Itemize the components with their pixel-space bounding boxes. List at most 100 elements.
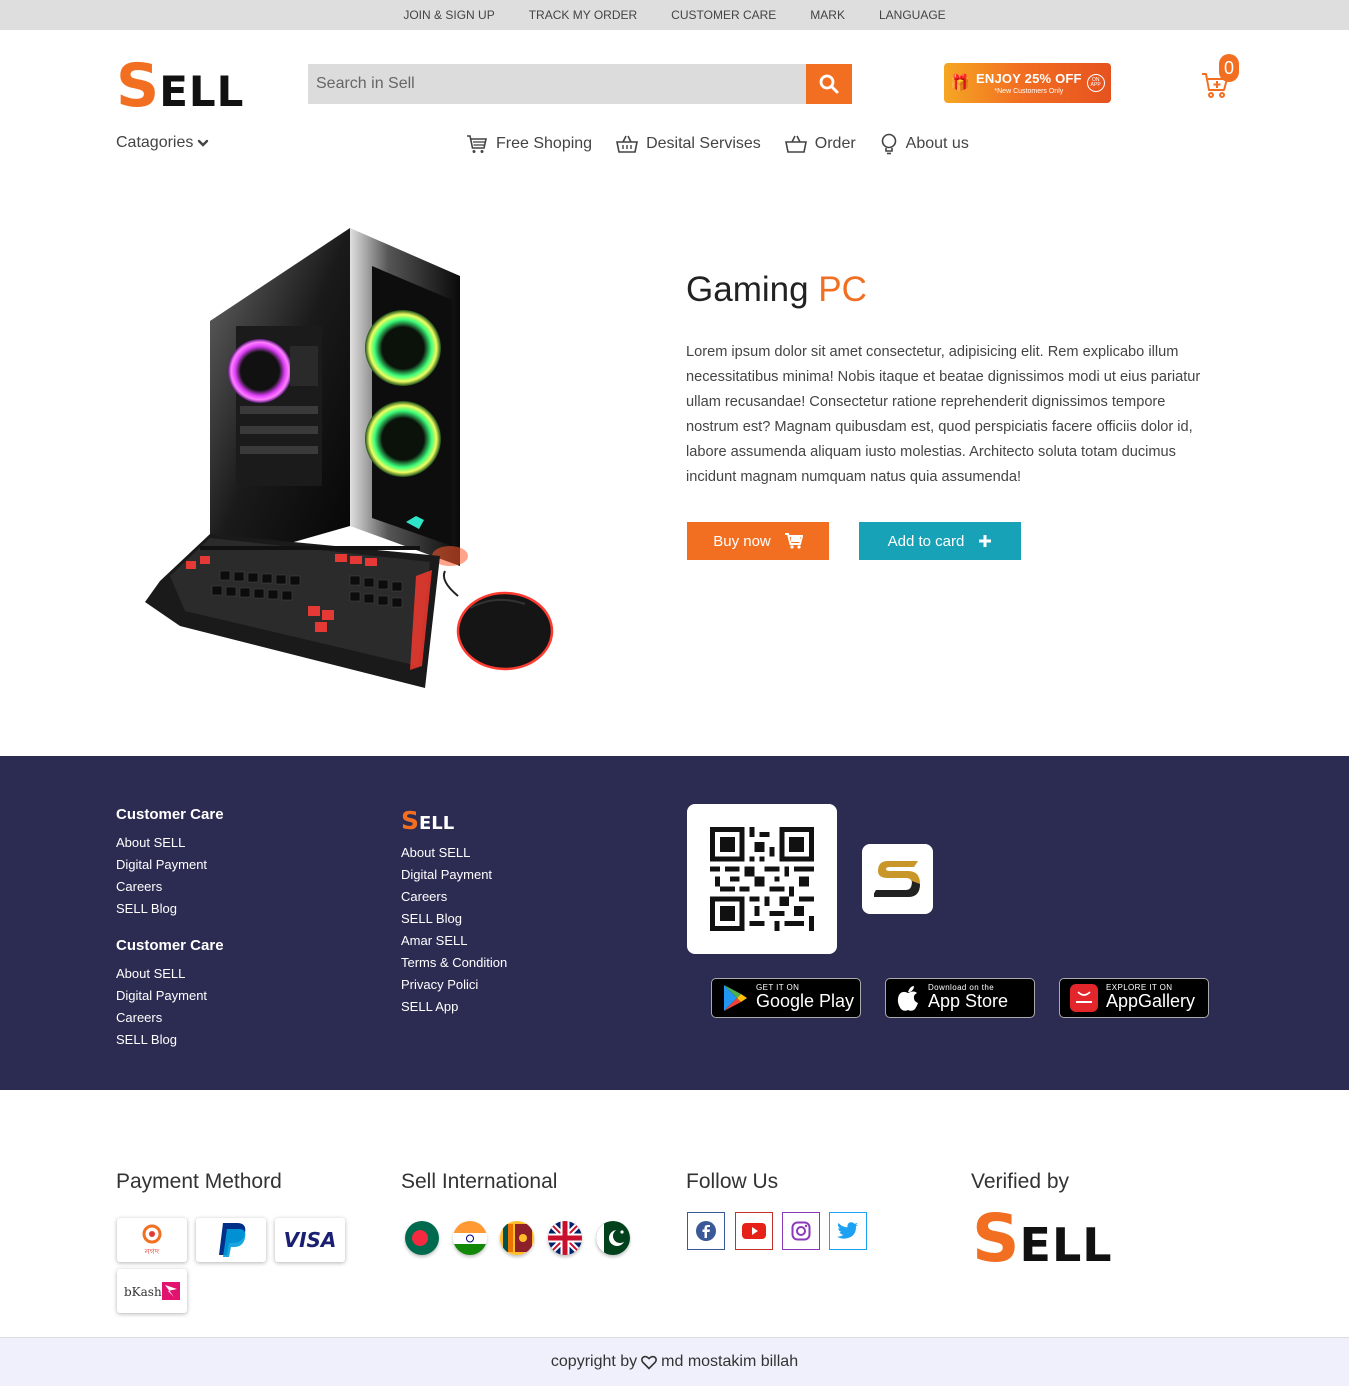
instagram-button[interactable]	[782, 1212, 820, 1250]
footer-link[interactable]: Amar SELL	[401, 930, 507, 952]
search-input[interactable]	[308, 64, 806, 104]
logo-letters: ELL	[1019, 1218, 1113, 1272]
bangladesh-flag-icon[interactable]	[405, 1221, 439, 1255]
footer-link[interactable]: SELL Blog	[401, 908, 507, 930]
footer-link[interactable]: Digital Payment	[401, 864, 507, 886]
buy-now-button[interactable]: Buy now	[687, 522, 829, 560]
footer-link[interactable]: About SELL	[116, 832, 224, 854]
svg-text:bKash: bKash	[124, 1285, 162, 1299]
lightbulb-icon	[881, 133, 896, 155]
store-big-label: AppGallery	[1106, 991, 1196, 1012]
plus-icon	[979, 535, 992, 547]
facebook-icon	[696, 1221, 716, 1241]
pakistan-flag-icon[interactable]	[596, 1221, 630, 1255]
paypal-payment-icon	[196, 1218, 266, 1262]
order-basket-icon	[784, 135, 807, 153]
logo-letters: ELL	[419, 813, 455, 834]
bkash-payment-icon: bKash	[117, 1269, 187, 1313]
s-logo-icon	[873, 861, 920, 897]
footer-link[interactable]: SELL App	[401, 996, 507, 1018]
apple-icon	[897, 986, 918, 1011]
nav-about-us[interactable]: About us	[880, 133, 969, 155]
store-big-label: App Store	[928, 991, 1009, 1012]
visa-payment-icon: VISA	[275, 1218, 345, 1262]
nav-label: Order	[814, 135, 856, 152]
customer-care-link[interactable]: CUSTOMER CARE	[671, 8, 776, 22]
sell-international-title: Sell International	[401, 1170, 558, 1193]
sri-lanka-flag-icon[interactable]	[500, 1221, 534, 1255]
google-play-button[interactable]: GET IT ON Google Play	[711, 978, 861, 1018]
qr-code-icon	[710, 827, 814, 931]
product-description: Lorem ipsum dolor sit amet consectetur, …	[686, 344, 1201, 485]
united-kingdom-flag-icon[interactable]	[548, 1221, 582, 1255]
twitter-button[interactable]	[829, 1212, 867, 1250]
top-bar: JOIN & SIGN UP TRACK MY ORDER CUSTOMER C…	[0, 0, 1349, 30]
youtube-button[interactable]	[735, 1212, 773, 1250]
add-to-cart-button[interactable]: Add to card	[859, 522, 1021, 560]
promo-banner[interactable]: 🎁 ENJOY 25% OFF *New Customers Only ON A…	[944, 63, 1111, 103]
main-nav: Free Shoping Desital Servises Order Abou…	[466, 133, 969, 155]
cart-icon	[784, 533, 803, 549]
follow-us-title: Follow Us	[686, 1170, 779, 1193]
payment-method-title: Payment Methord	[116, 1170, 282, 1193]
gift-icon: 🎁	[950, 75, 970, 92]
footer-col-customer-care: Customer Care About SELL Digital Payment…	[116, 806, 224, 920]
track-order-link[interactable]: TRACK MY ORDER	[529, 8, 637, 22]
verified-by-title: Verified by	[971, 1170, 1070, 1193]
youtube-icon	[742, 1223, 766, 1239]
sell-app-icon[interactable]	[862, 844, 933, 914]
qr-code	[687, 804, 837, 954]
site-logo[interactable]: S ELL	[116, 56, 244, 116]
cart-button[interactable]: 0	[1200, 54, 1244, 104]
footer-link[interactable]: Digital Payment	[116, 985, 224, 1007]
copyright-prefix: copyright by	[550, 1353, 638, 1370]
footer-heading: Customer Care	[116, 806, 224, 823]
svg-text:VISA: VISA	[284, 1228, 337, 1252]
nagad-payment-icon: নগদ	[117, 1218, 187, 1262]
app-gallery-button[interactable]: EXPLORE IT ON AppGallery	[1059, 978, 1209, 1018]
join-signup-link[interactable]: JOIN & SIGN UP	[403, 8, 494, 22]
instagram-icon	[791, 1221, 811, 1241]
nav-label: Free Shoping	[496, 135, 593, 152]
logo-letters: ELL	[159, 67, 245, 116]
svg-text:নগদ: নগদ	[144, 1247, 160, 1256]
search-button[interactable]	[806, 64, 852, 104]
language-link[interactable]: LANGUAGE	[879, 8, 946, 22]
footer-link[interactable]: Privacy Polici	[401, 974, 507, 996]
nav-label: About us	[905, 135, 969, 152]
app-store-button[interactable]: Download on the App Store	[885, 978, 1035, 1018]
on-app-badge: ON APP	[1086, 74, 1105, 92]
product-title: Gaming PC	[686, 270, 867, 310]
footer-heading: Customer Care	[116, 937, 224, 954]
cart-count-badge: 0	[1219, 54, 1239, 82]
title-accent: PC	[818, 270, 867, 309]
gaming-pc-image	[145, 228, 554, 688]
mark-link[interactable]: MARK	[810, 8, 845, 22]
nav-free-shopping[interactable]: Free Shoping	[466, 134, 592, 154]
facebook-button[interactable]	[687, 1212, 725, 1250]
footer-link[interactable]: Terms & Condition	[401, 952, 507, 974]
footer-link[interactable]: SELL Blog	[116, 1029, 224, 1051]
footer-link[interactable]: Careers	[116, 876, 224, 898]
footer-link[interactable]: Digital Payment	[116, 854, 224, 876]
footer-dark: Customer Care About SELL Digital Payment…	[0, 756, 1349, 1090]
search-icon	[819, 74, 839, 94]
heart-icon	[641, 1355, 658, 1370]
nav-label: Desital Servises	[646, 135, 761, 152]
footer-link[interactable]: About SELL	[116, 963, 224, 985]
verified-logo: S ELL	[972, 1206, 1113, 1272]
categories-dropdown[interactable]: Catagories	[116, 134, 209, 152]
india-flag-icon[interactable]	[453, 1221, 487, 1255]
footer-link[interactable]: Careers	[116, 1007, 224, 1029]
nav-order[interactable]: Order	[784, 134, 856, 154]
logo-letter-s: S	[116, 51, 160, 121]
buy-now-label: Buy now	[713, 532, 771, 550]
footer-link[interactable]: SELL Blog	[116, 898, 224, 920]
store-big-label: Google Play	[756, 991, 855, 1012]
footer-link[interactable]: About SELL	[401, 842, 507, 864]
nav-digital-services[interactable]: Desital Servises	[616, 134, 761, 154]
copyright-bar: copyright by md mostakim billah	[0, 1337, 1349, 1386]
footer-logo: S ELL	[401, 808, 507, 833]
logo-letter-s: S	[401, 806, 420, 835]
footer-link[interactable]: Careers	[401, 886, 507, 908]
